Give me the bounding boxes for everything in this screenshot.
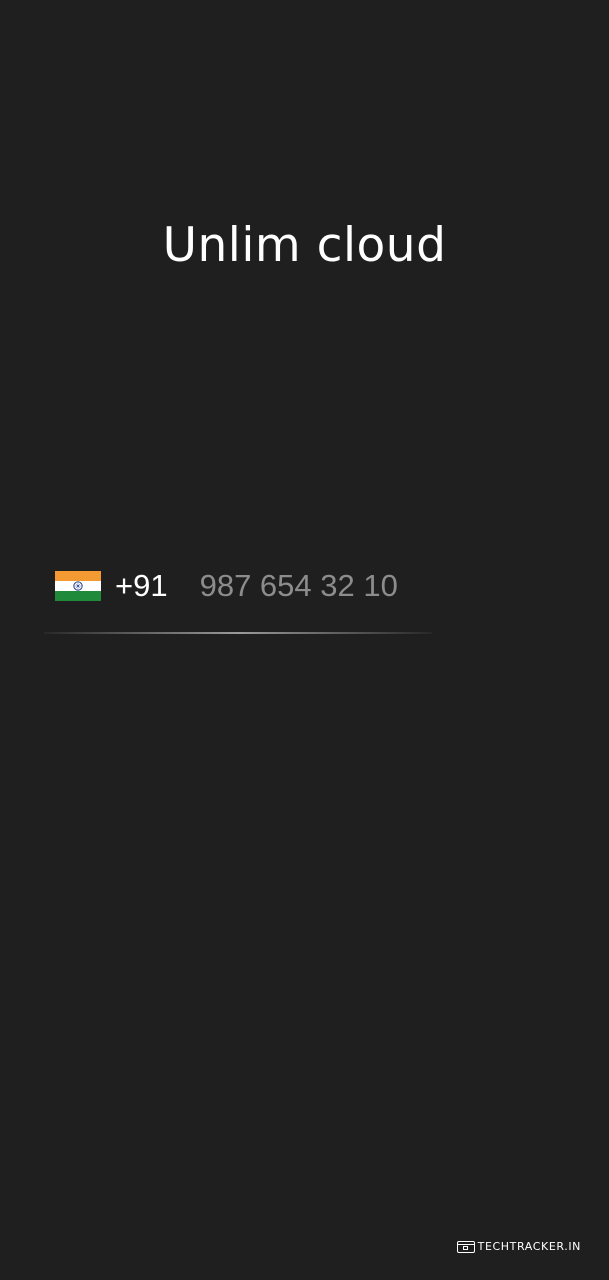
phone-number-input[interactable] (199, 562, 440, 610)
app-title: Unlim cloud (162, 218, 447, 273)
browser-window-icon (456, 1240, 475, 1253)
ashoka-chakra-icon (73, 581, 83, 591)
india-flag-icon[interactable] (55, 570, 101, 602)
watermark: TECHTRACKER.IN (456, 1240, 581, 1253)
watermark-text: TECHTRACKER.IN (477, 1240, 581, 1253)
flag-green-band (55, 591, 101, 602)
phone-number-row: +91 (55, 562, 440, 610)
phone-input-underline (44, 632, 432, 634)
flag-saffron-band (55, 570, 101, 581)
country-code[interactable]: +91 (115, 562, 168, 610)
